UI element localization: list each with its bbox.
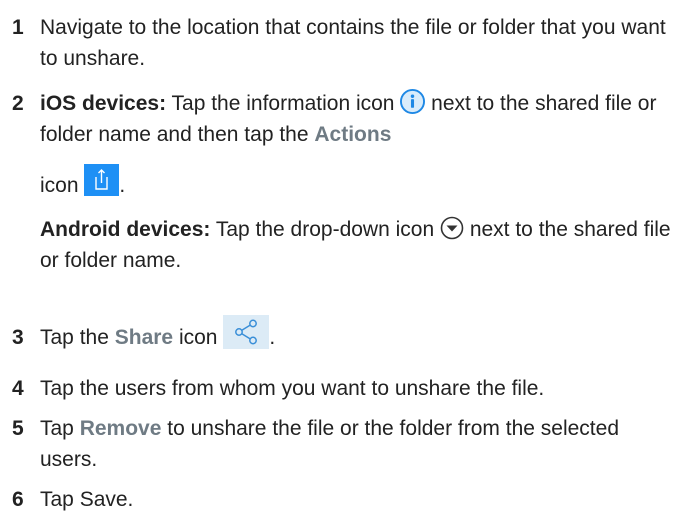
share-icon — [223, 315, 270, 350]
remove-label: Remove — [79, 417, 162, 440]
step-number: 4 — [12, 377, 24, 400]
step-text-ios: iOS devices: Tap the information icon ne… — [40, 88, 676, 150]
actions-label: Actions — [314, 123, 392, 146]
ios-devices-label: iOS devices: — [40, 92, 167, 115]
period: . — [269, 326, 276, 349]
icon-word: icon — [40, 174, 85, 197]
step-number: 1 — [12, 16, 24, 39]
step-text: Navigate to the location that contains t… — [40, 16, 666, 70]
step-text: icon . — [40, 164, 676, 201]
share-label: Share — [114, 326, 174, 349]
step-number: 3 — [12, 326, 24, 349]
step-text-part: Tap the — [40, 326, 115, 349]
step-text: Tap Remove to unshare the file or the fo… — [40, 413, 676, 475]
step-text-part: icon — [173, 326, 224, 349]
step-text-android: Android devices: Tap the drop-down icon … — [40, 214, 676, 276]
ios-text: Tap the information icon — [166, 92, 401, 115]
step-text: Tap the Share icon . — [40, 315, 676, 353]
step-number: 6 — [12, 488, 24, 511]
android-text: Tap the drop-down icon — [210, 218, 440, 241]
step-text-part: Tap — [40, 417, 80, 440]
period: . — [119, 174, 126, 197]
chevron-down-circle-icon — [440, 216, 464, 240]
step-text: Tap the users from whom you want to unsh… — [40, 377, 545, 400]
android-devices-label: Android devices: — [40, 218, 211, 241]
actions-share-icon — [84, 164, 120, 197]
information-icon — [400, 89, 426, 115]
step-number: 2 — [12, 92, 24, 115]
step-text: Tap Save. — [40, 488, 134, 511]
step-number: 5 — [12, 417, 24, 440]
